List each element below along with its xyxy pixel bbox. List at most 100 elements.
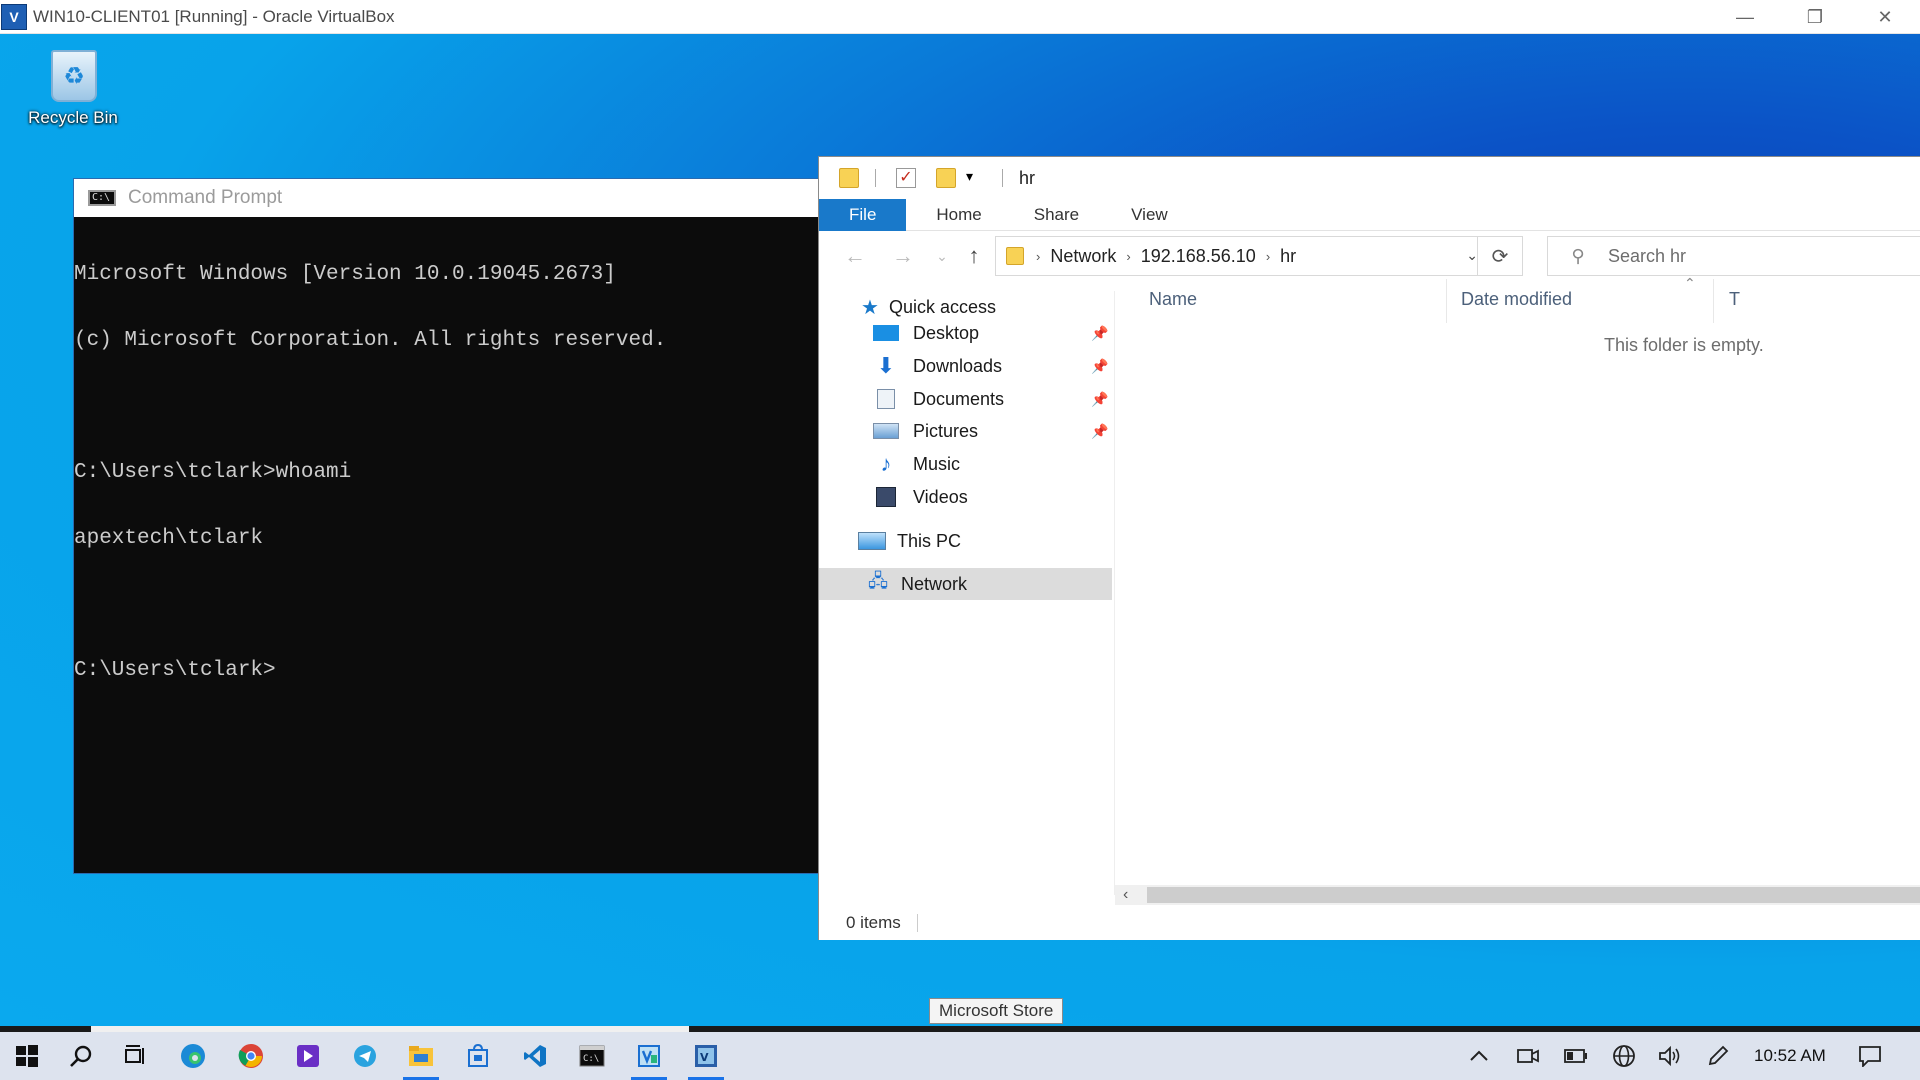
tab-home[interactable]: Home: [910, 199, 1007, 231]
recycle-bin-shortcut[interactable]: ♻ Recycle Bin: [8, 44, 138, 128]
edge-icon: [181, 1044, 205, 1068]
customize-dropdown-icon[interactable]: ▾: [966, 168, 986, 188]
address-bar[interactable]: › Network › 192.168.56.10 › hr ⌄ ⟳: [995, 236, 1523, 276]
pin-icon[interactable]: 📌: [1091, 423, 1108, 440]
forward-button[interactable]: →: [879, 243, 927, 269]
terminal-icon: C:\: [579, 1045, 605, 1067]
scroll-left-icon[interactable]: ‹: [1123, 885, 1128, 905]
command-prompt-window[interactable]: C:\ Command Prompt Microsoft Windows [Ve…: [73, 178, 823, 874]
console-line: apextech\tclark: [74, 527, 264, 550]
task-view-button[interactable]: [108, 1032, 162, 1080]
nav-downloads[interactable]: ⬇ Downloads 📌: [873, 350, 1115, 382]
scrollbar-thumb[interactable]: [1147, 887, 1920, 903]
sort-caret-icon: ⌃: [1684, 275, 1696, 291]
column-name[interactable]: Name: [1149, 289, 1197, 310]
nav-pictures[interactable]: Pictures 📌: [873, 415, 1115, 447]
app-button[interactable]: [281, 1032, 335, 1080]
recycle-bin-icon: ♻: [43, 44, 103, 104]
pin-icon[interactable]: 📌: [1091, 358, 1108, 375]
breadcrumb-host[interactable]: 192.168.56.10: [1141, 246, 1256, 267]
start-button[interactable]: [0, 1032, 54, 1080]
store-icon: [468, 1044, 488, 1067]
tab-file[interactable]: File: [819, 198, 907, 231]
pin-icon[interactable]: 📌: [1091, 325, 1108, 342]
virtualbox-vm-button[interactable]: V: [679, 1032, 733, 1080]
cmd-icon: C:\: [88, 190, 116, 206]
network-status-button[interactable]: [1604, 1032, 1644, 1080]
column-type[interactable]: T: [1729, 289, 1740, 310]
minimize-button[interactable]: —: [1710, 0, 1780, 34]
nav-desktop[interactable]: Desktop 📌: [873, 317, 1115, 349]
column-date-modified[interactable]: Date modified: [1461, 289, 1572, 310]
show-hidden-icons-button[interactable]: [1462, 1032, 1496, 1080]
telegram-icon: [354, 1045, 376, 1067]
tab-view[interactable]: View: [1105, 199, 1194, 231]
nav-network[interactable]: 🖧 Network: [819, 568, 1112, 600]
clock[interactable]: 10:52 AM: [1754, 1032, 1826, 1080]
breadcrumb-network[interactable]: Network: [1050, 246, 1116, 267]
breadcrumb-separator: ›: [1036, 248, 1041, 264]
pictures-icon: [873, 421, 899, 441]
nav-videos[interactable]: Videos: [873, 481, 968, 513]
virtualbox-manager-button[interactable]: [622, 1032, 676, 1080]
camera-icon: [1517, 1049, 1539, 1063]
volume-button[interactable]: [1652, 1032, 1688, 1080]
breadcrumb-separator: ›: [1126, 248, 1131, 264]
close-button[interactable]: ✕: [1850, 0, 1920, 34]
folder-icon[interactable]: [839, 168, 859, 188]
pen-icon: [1708, 1045, 1729, 1066]
new-folder-icon[interactable]: [936, 168, 956, 188]
pen-workspace-button[interactable]: [1700, 1032, 1736, 1080]
search-box[interactable]: ⚲ Search hr: [1547, 236, 1920, 276]
nav-documents[interactable]: Documents 📌: [873, 383, 1115, 415]
pin-icon[interactable]: 📌: [1091, 391, 1108, 408]
item-count: 0 items: [846, 913, 901, 932]
file-explorer-window[interactable]: ✓ ▾ hr File Home Share View ← → ⌄ ↑ › Ne…: [818, 156, 1920, 940]
restore-button[interactable]: ❐: [1780, 0, 1850, 34]
nav-label: Quick access: [889, 296, 997, 317]
windows-logo-icon: [16, 1045, 38, 1067]
cmd-titlebar[interactable]: C:\ Command Prompt: [74, 179, 822, 217]
ribbon-tabs: File Home Share View: [819, 198, 1920, 231]
tab-share[interactable]: Share: [1008, 199, 1105, 231]
meet-now-button[interactable]: [1510, 1032, 1546, 1080]
star-icon: ★: [861, 296, 879, 319]
store-button[interactable]: [451, 1032, 505, 1080]
telegram-button[interactable]: [338, 1032, 392, 1080]
up-button[interactable]: ↑: [957, 243, 991, 269]
battery-button[interactable]: [1558, 1032, 1594, 1080]
chrome-button[interactable]: [224, 1032, 278, 1080]
desktop-icon: [873, 323, 899, 343]
console-prompt[interactable]: C:\Users\tclark>: [74, 660, 822, 682]
navigation-bar: ← → ⌄ ↑ › Network › 192.168.56.10 › hr ⌄…: [819, 233, 1920, 279]
recent-locations-button[interactable]: ⌄: [927, 248, 957, 265]
terminal-button[interactable]: C:\: [565, 1032, 619, 1080]
vscode-button[interactable]: [508, 1032, 562, 1080]
empty-folder-message: This folder is empty.: [1604, 335, 1764, 355]
breadcrumb-hr[interactable]: hr: [1280, 246, 1296, 267]
console-line: (c) Microsoft Corporation. All rights re…: [74, 329, 667, 352]
edge-button[interactable]: [166, 1032, 220, 1080]
file-explorer-button[interactable]: [394, 1032, 448, 1080]
back-button[interactable]: ←: [831, 243, 879, 269]
notification-icon: [1859, 1046, 1881, 1067]
column-divider: [1713, 279, 1714, 323]
window-title: WIN10-CLIENT01 [Running] - Oracle Virtua…: [33, 6, 395, 26]
virtualbox-icon: V: [1, 3, 27, 30]
chrome-icon: [238, 1044, 263, 1068]
horizontal-scrollbar[interactable]: ‹: [1115, 885, 1920, 905]
properties-icon[interactable]: ✓: [896, 168, 916, 188]
file-list[interactable]: ⌃ Name Date modified T This folder is em…: [1115, 275, 1920, 895]
nav-this-pc[interactable]: This PC: [857, 525, 961, 557]
refresh-button[interactable]: ⟳: [1477, 237, 1522, 275]
documents-icon: [873, 389, 899, 409]
console-output[interactable]: Microsoft Windows [Version 10.0.19045.26…: [74, 217, 822, 726]
action-center-button[interactable]: [1848, 1032, 1892, 1080]
recycle-bin-label: Recycle Bin: [28, 108, 118, 127]
search-placeholder: Search hr: [1608, 245, 1687, 266]
download-icon: ⬇: [876, 353, 896, 378]
nav-music[interactable]: ♪ Music: [873, 448, 961, 480]
search-button[interactable]: [54, 1032, 108, 1080]
